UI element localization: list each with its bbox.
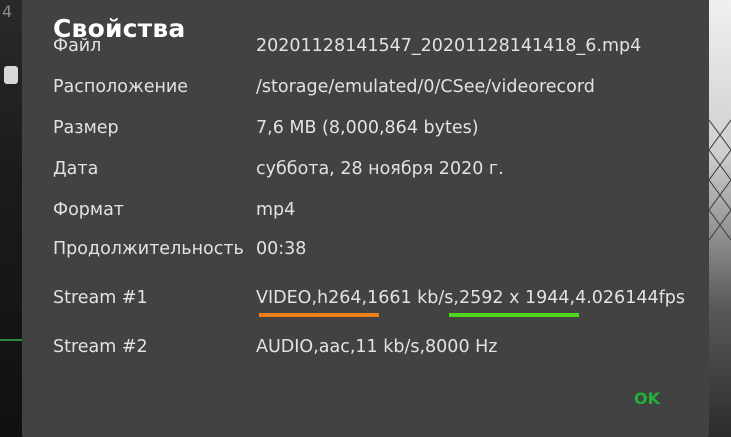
property-value: суббота, 28 ноября 2020 г. [256, 159, 504, 179]
background-shape [4, 66, 18, 84]
property-value: AUDIO,aac,11 kb/s,8000 Hz [256, 337, 498, 357]
property-row-location: Расположение /storage/emulated/0/CSee/vi… [22, 77, 709, 105]
background-green-line [0, 339, 22, 341]
background-right-edge [709, 0, 731, 437]
codec-underline-annotation [259, 313, 379, 317]
property-label: Stream #2 [53, 337, 148, 357]
property-label: Расположение [53, 77, 189, 97]
property-label: Stream #1 [53, 288, 148, 308]
property-label: Дата [53, 159, 99, 179]
property-value: VIDEO,h264,1661 kb/s,2592 x 1944,4.02614… [256, 288, 685, 308]
properties-list[interactable]: Файл 20201128141547_20201128141418_6.mp4… [22, 38, 709, 378]
properties-dialog: Свойства Файл 20201128141547_20201128141… [22, 0, 709, 437]
property-value: 20201128141547_20201128141418_6.mp4 [256, 38, 642, 56]
background-left-edge: 4 [0, 0, 22, 437]
property-row-format: Формат mp4 [22, 200, 709, 228]
background-text-fragment: 4 [2, 2, 13, 21]
property-value: 00:38 [256, 239, 307, 259]
resolution-underline-annotation [449, 313, 579, 317]
property-row-stream-1: Stream #1 VIDEO,h264,1661 kb/s,2592 x 19… [22, 288, 709, 316]
property-row-size: Размер 7,6 MB (8,000,864 bytes) [22, 118, 709, 146]
background-net-pattern [709, 119, 731, 241]
property-value: 7,6 MB (8,000,864 bytes) [256, 118, 479, 138]
property-row-stream-2: Stream #2 AUDIO,aac,11 kb/s,8000 Hz [22, 337, 709, 365]
property-row-file: Файл 20201128141547_20201128141418_6.mp4 [22, 38, 709, 64]
property-label: Продолжительность [53, 239, 244, 259]
property-label: Файл [53, 38, 102, 56]
property-value: mp4 [256, 200, 296, 220]
property-row-duration: Продолжительность 00:38 [22, 239, 709, 267]
property-label: Размер [53, 118, 119, 138]
property-row-date: Дата суббота, 28 ноября 2020 г. [22, 159, 709, 187]
ok-button[interactable]: OK [634, 389, 660, 408]
property-label: Формат [53, 200, 124, 220]
property-value: /storage/emulated/0/CSee/videorecord [256, 77, 595, 97]
